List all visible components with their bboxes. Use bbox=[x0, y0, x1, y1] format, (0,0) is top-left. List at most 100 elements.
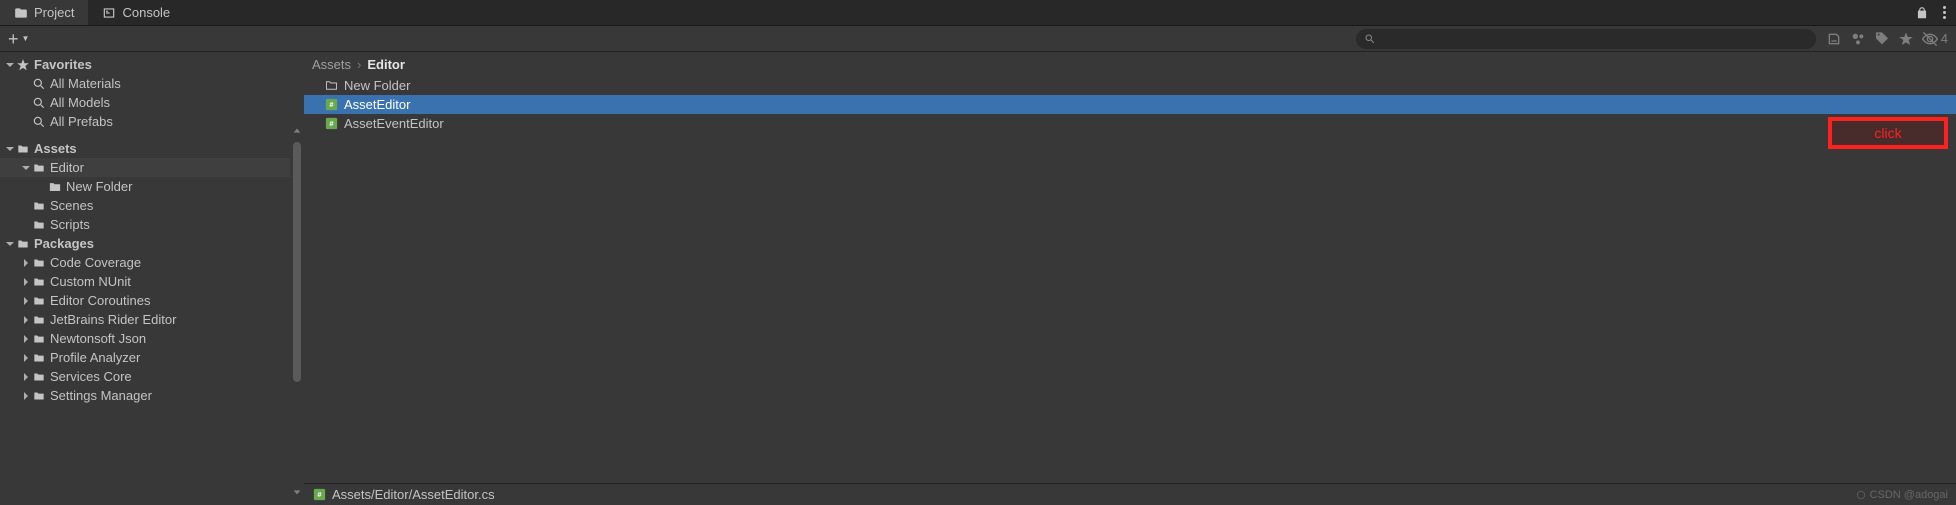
click-callout: click bbox=[1828, 117, 1948, 149]
tag-icon[interactable] bbox=[1874, 31, 1890, 47]
star-icon[interactable] bbox=[1898, 31, 1914, 47]
splitter[interactable] bbox=[290, 52, 304, 505]
sidebar: Favorites All Materials All Models All P… bbox=[0, 52, 290, 505]
scroll-up-icon bbox=[292, 126, 302, 136]
tab-project[interactable]: Project bbox=[0, 0, 88, 25]
script-icon: # bbox=[324, 97, 339, 112]
plus-icon: + bbox=[8, 30, 19, 48]
tree-scripts[interactable]: Scripts bbox=[0, 215, 290, 234]
tab-bar: Project Console bbox=[0, 0, 1956, 26]
content-row-folder[interactable]: New Folder bbox=[304, 76, 1956, 95]
tab-project-label: Project bbox=[34, 5, 74, 20]
chevron-right-icon bbox=[20, 371, 32, 383]
scroll-down-icon bbox=[292, 487, 302, 497]
tree-pkg-item[interactable]: Settings Manager bbox=[0, 386, 290, 405]
search-icon bbox=[1364, 33, 1376, 45]
search-icon bbox=[32, 96, 46, 110]
tab-console[interactable]: Console bbox=[88, 0, 184, 25]
chevron-down-icon: ▼ bbox=[22, 34, 30, 43]
tree-label: Assets bbox=[34, 141, 77, 156]
tree-label: All Materials bbox=[50, 76, 121, 91]
tree-fav-item[interactable]: All Prefabs bbox=[0, 112, 290, 131]
globe-icon bbox=[1856, 490, 1866, 500]
folder-icon bbox=[32, 370, 46, 384]
chevron-right-icon bbox=[20, 276, 32, 288]
scrollbar-thumb[interactable] bbox=[293, 142, 301, 382]
breadcrumb-current[interactable]: Editor bbox=[367, 57, 405, 72]
breadcrumb: Assets › Editor bbox=[304, 52, 1956, 76]
eye-off-icon bbox=[1922, 31, 1938, 47]
search-icon bbox=[32, 77, 46, 91]
callout-label: click bbox=[1874, 125, 1901, 141]
tree-label: Scripts bbox=[50, 217, 90, 232]
statusbar: # Assets/Editor/AssetEditor.cs CSDN @ado… bbox=[304, 483, 1956, 505]
chevron-right-icon bbox=[20, 352, 32, 364]
tree-scenes[interactable]: Scenes bbox=[0, 196, 290, 215]
tab-bar-right bbox=[1915, 6, 1956, 20]
tree-pkg-item[interactable]: JetBrains Rider Editor bbox=[0, 310, 290, 329]
tree-label: Code Coverage bbox=[50, 255, 141, 270]
tree-pkg-item[interactable]: Profile Analyzer bbox=[0, 348, 290, 367]
chevron-down-icon bbox=[4, 238, 16, 250]
folder-icon bbox=[14, 6, 28, 20]
tree-label: New Folder bbox=[66, 179, 132, 194]
lock-icon[interactable] bbox=[1915, 6, 1929, 20]
folder-icon bbox=[32, 332, 46, 346]
folder-open-icon bbox=[16, 142, 30, 156]
folder-icon bbox=[32, 294, 46, 308]
folder-icon bbox=[32, 351, 46, 365]
filter-by-type-icon[interactable] bbox=[1850, 31, 1866, 47]
chevron-down-icon bbox=[4, 143, 16, 155]
hidden-count[interactable]: 4 bbox=[1922, 31, 1948, 47]
tree-label: Editor bbox=[50, 160, 84, 175]
main: Favorites All Materials All Models All P… bbox=[0, 52, 1956, 505]
tree-favorites[interactable]: Favorites bbox=[0, 55, 290, 74]
breadcrumb-root[interactable]: Assets bbox=[312, 57, 351, 72]
add-button[interactable]: + ▼ bbox=[8, 30, 29, 48]
search-box[interactable] bbox=[1356, 29, 1816, 49]
kebab-menu-icon[interactable] bbox=[1943, 6, 1946, 19]
tree-packages[interactable]: Packages bbox=[0, 234, 290, 253]
tab-console-label: Console bbox=[122, 5, 170, 20]
chevron-right-icon bbox=[20, 257, 32, 269]
toolbar-icons: 4 bbox=[1826, 31, 1948, 47]
statusbar-path: Assets/Editor/AssetEditor.cs bbox=[332, 487, 495, 502]
folder-icon bbox=[48, 180, 62, 194]
script-icon: # bbox=[312, 487, 327, 502]
script-icon: # bbox=[324, 116, 339, 131]
tree-pkg-item[interactable]: Code Coverage bbox=[0, 253, 290, 272]
folder-icon bbox=[32, 256, 46, 270]
folder-icon bbox=[32, 199, 46, 213]
tree-label: All Models bbox=[50, 95, 110, 110]
tree-label: Scenes bbox=[50, 198, 93, 213]
folder-open-icon bbox=[16, 237, 30, 251]
tree-assets[interactable]: Assets bbox=[0, 139, 290, 158]
tree-pkg-item[interactable]: Custom NUnit bbox=[0, 272, 290, 291]
breadcrumb-separator: › bbox=[357, 57, 361, 72]
folder-icon bbox=[32, 313, 46, 327]
tree-new-folder[interactable]: New Folder bbox=[0, 177, 290, 196]
tree-fav-item[interactable]: All Models bbox=[0, 93, 290, 112]
save-search-icon[interactable] bbox=[1826, 31, 1842, 47]
tree-label: Services Core bbox=[50, 369, 132, 384]
content-row-label: New Folder bbox=[344, 78, 410, 93]
chevron-right-icon bbox=[20, 314, 32, 326]
chevron-down-icon bbox=[4, 59, 16, 71]
statusbar-watermark: CSDN @adogai bbox=[1856, 489, 1948, 501]
content: Assets › Editor New Folder # AssetEditor… bbox=[304, 52, 1956, 505]
tree-editor[interactable]: Editor bbox=[0, 158, 290, 177]
folder-icon bbox=[32, 218, 46, 232]
tree-pkg-item[interactable]: Editor Coroutines bbox=[0, 291, 290, 310]
content-row-label: AssetEditor bbox=[344, 97, 410, 112]
tree-label: Profile Analyzer bbox=[50, 350, 140, 365]
tree-pkg-item[interactable]: Newtonsoft Json bbox=[0, 329, 290, 348]
search-input[interactable] bbox=[1381, 32, 1808, 46]
tree-fav-item[interactable]: All Materials bbox=[0, 74, 290, 93]
tree-pkg-item[interactable]: Services Core bbox=[0, 367, 290, 386]
folder-icon bbox=[324, 78, 339, 93]
content-row-script[interactable]: # AssetEditor bbox=[304, 95, 1956, 114]
tree: Favorites All Materials All Models All P… bbox=[0, 52, 290, 505]
content-row-script[interactable]: # AssetEventEditor bbox=[304, 114, 1956, 133]
chevron-right-icon bbox=[20, 333, 32, 345]
tree-label: All Prefabs bbox=[50, 114, 113, 129]
